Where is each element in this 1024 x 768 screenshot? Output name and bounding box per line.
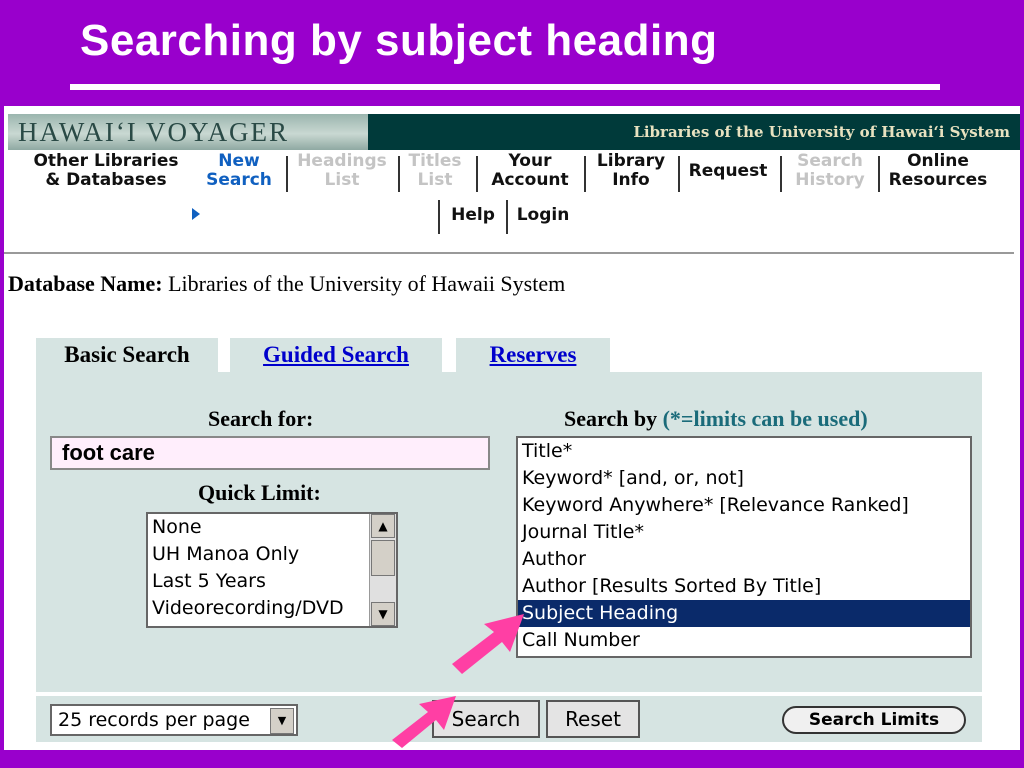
list-item[interactable]: Author [Results Sorted By Title] bbox=[518, 573, 970, 600]
list-item[interactable]: Keyword Anywhere* [Relevance Ranked] bbox=[518, 492, 970, 519]
list-item[interactable]: Last 5 Years bbox=[148, 568, 396, 595]
records-per-page-select[interactable]: 25 records per page ▼ bbox=[50, 704, 298, 736]
nav-login[interactable]: Login bbox=[510, 206, 576, 225]
list-item[interactable]: UH Manoa Only bbox=[148, 541, 396, 568]
list-item[interactable]: None bbox=[148, 514, 396, 541]
database-name: Database Name: Libraries of the Universi… bbox=[8, 271, 566, 296]
scroll-up-icon[interactable]: ▲ bbox=[371, 514, 395, 538]
nav-request[interactable]: Request bbox=[680, 162, 776, 181]
voyager-logo: HAWAI‘I VOYAGER bbox=[18, 117, 290, 147]
scrollbar[interactable]: ▲ ▼ bbox=[369, 514, 396, 626]
scroll-thumb[interactable] bbox=[371, 540, 395, 576]
nav-headings-list[interactable]: Headings List bbox=[292, 152, 392, 190]
nav-titles-list[interactable]: Titles List bbox=[402, 152, 468, 190]
tab-guided-search[interactable]: Guided Search bbox=[230, 338, 442, 372]
list-item[interactable]: Call Number bbox=[518, 627, 970, 654]
nav-help[interactable]: Help bbox=[444, 206, 502, 225]
title-underline bbox=[70, 84, 940, 90]
nav-bar: Other Libraries & Databases New Search Hea… bbox=[4, 152, 1020, 220]
divider bbox=[4, 252, 1014, 254]
system-name: Libraries of the University of Hawai‘i S… bbox=[633, 123, 1010, 141]
slide-title: Searching by subject heading bbox=[80, 16, 718, 65]
quick-limit-list[interactable]: None UH Manoa Only Last 5 Years Videorec… bbox=[146, 512, 398, 628]
search-by-list[interactable]: Title* Keyword* [and, or, not] Keyword A… bbox=[516, 436, 972, 658]
voyager-banner: HAWAI‘I VOYAGER Libraries of the Univers… bbox=[8, 114, 1020, 150]
search-limits-button[interactable]: Search Limits bbox=[782, 706, 966, 734]
current-page-icon bbox=[192, 208, 200, 220]
browser-frame: HAWAI‘I VOYAGER Libraries of the Univers… bbox=[4, 106, 1020, 750]
quick-limit-label: Quick Limit: bbox=[198, 480, 321, 505]
nav-other-libraries[interactable]: Other Libraries & Databases bbox=[26, 152, 186, 190]
list-item[interactable]: Videorecording/DVD bbox=[148, 595, 396, 622]
list-item[interactable]: Keyword* [and, or, not] bbox=[518, 465, 970, 492]
chevron-down-icon[interactable]: ▼ bbox=[270, 708, 294, 734]
nav-your-account[interactable]: Your Account bbox=[482, 152, 578, 190]
tab-basic-search[interactable]: Basic Search bbox=[36, 338, 218, 372]
search-by-label: Search by (*=limits can be used) bbox=[564, 406, 868, 431]
list-item[interactable]: Author bbox=[518, 546, 970, 573]
reset-button[interactable]: Reset bbox=[546, 700, 640, 738]
list-item[interactable]: Title* bbox=[518, 438, 970, 465]
scroll-down-icon[interactable]: ▼ bbox=[371, 602, 395, 626]
list-item-selected[interactable]: Subject Heading bbox=[518, 600, 970, 627]
nav-online-resources[interactable]: Online Resources bbox=[880, 152, 996, 190]
nav-search-history[interactable]: Search History bbox=[784, 152, 876, 190]
nav-library-info[interactable]: Library Info bbox=[588, 152, 674, 190]
nav-new-search[interactable]: New Search bbox=[202, 152, 276, 190]
list-item[interactable]: Journal Title* bbox=[518, 519, 970, 546]
search-for-label: Search for: bbox=[208, 406, 314, 431]
search-input[interactable]: foot care bbox=[50, 436, 490, 470]
tab-reserves[interactable]: Reserves bbox=[456, 338, 610, 372]
pointer-arrow-icon bbox=[452, 614, 524, 674]
pointer-arrow-icon bbox=[392, 696, 456, 748]
